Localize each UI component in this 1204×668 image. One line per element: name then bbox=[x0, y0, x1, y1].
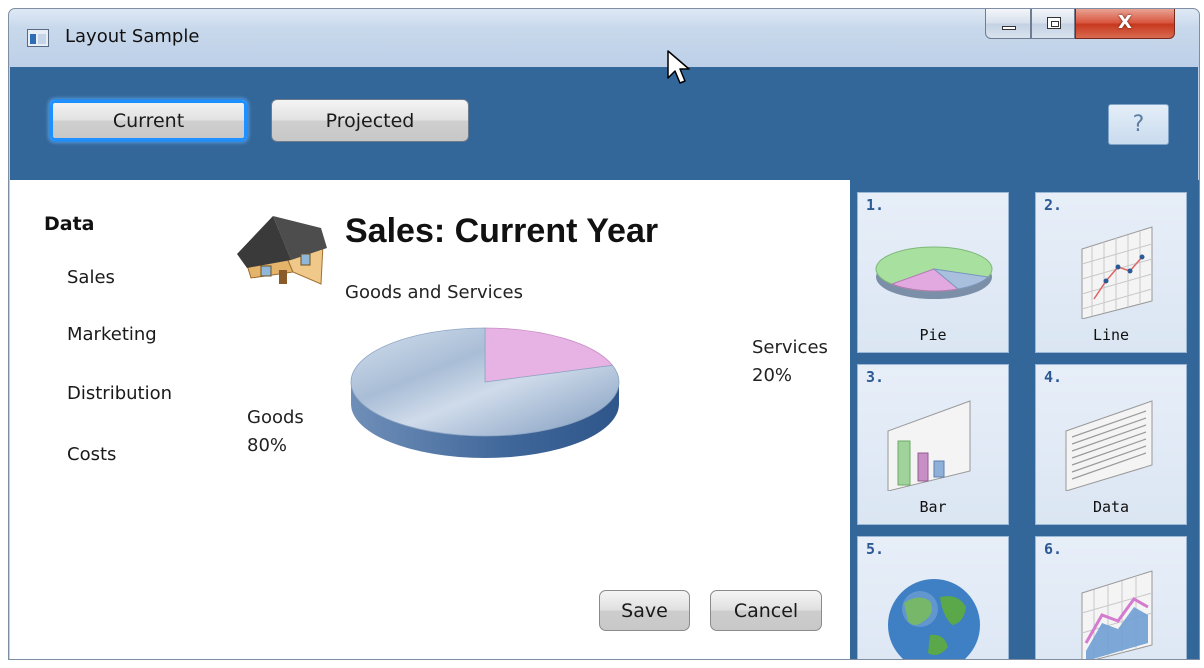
tile-label: Bar bbox=[919, 498, 947, 516]
globe-icon bbox=[888, 579, 980, 659]
sidebar-heading: Data bbox=[44, 213, 95, 235]
tile-bar[interactable]: 3. Bar bbox=[857, 364, 1009, 525]
current-button[interactable]: Current bbox=[49, 99, 248, 142]
minimize-icon bbox=[1002, 26, 1016, 30]
tile-number: 5. bbox=[866, 540, 885, 558]
services-percent: 20% bbox=[752, 365, 793, 386]
tile-globe[interactable]: 5. bbox=[857, 536, 1009, 659]
tile-data[interactable]: 4. Data bbox=[1035, 364, 1187, 525]
title-bar[interactable]: Layout Sample X bbox=[9, 9, 1199, 67]
tile-number: 6. bbox=[1044, 540, 1063, 558]
save-button[interactable]: Save bbox=[599, 590, 690, 631]
sidebar-item-sales[interactable]: Sales bbox=[67, 267, 115, 288]
chart-subtitle: Goods and Services bbox=[345, 282, 523, 303]
minimize-button[interactable] bbox=[985, 9, 1031, 39]
tile-line[interactable]: 2. Line bbox=[1035, 192, 1187, 353]
tile-label: Pie bbox=[919, 326, 947, 344]
bar-chart-icon bbox=[887, 400, 971, 491]
goods-name: Goods bbox=[247, 407, 304, 428]
main-content: Data Sales Marketing Distribution Costs … bbox=[10, 180, 850, 659]
services-name: Services bbox=[752, 337, 828, 358]
close-icon: X bbox=[1118, 12, 1132, 33]
tile-number: 1. bbox=[866, 196, 885, 214]
sidebar-item-distribution[interactable]: Distribution bbox=[67, 383, 172, 404]
mouse-pointer-icon bbox=[667, 50, 690, 84]
goods-label: Goods 80% bbox=[247, 404, 304, 460]
app-window: Layout Sample X Current Projected ? Data… bbox=[8, 8, 1200, 660]
line-chart-icon bbox=[1081, 226, 1153, 319]
pie-chart-icon bbox=[875, 246, 993, 299]
tile-pie[interactable]: 1. Pie bbox=[857, 192, 1009, 353]
chart-type-gallery: 1. Pie 2. Line 3. Bar 4. Data 5. 6. bbox=[850, 180, 1199, 659]
house-icon bbox=[237, 216, 327, 285]
sidebar-item-costs[interactable]: Costs bbox=[67, 444, 116, 465]
close-button[interactable]: X bbox=[1075, 9, 1175, 39]
app-window-icon bbox=[27, 29, 49, 47]
tile-number: 2. bbox=[1044, 196, 1063, 214]
services-label: Services 20% bbox=[752, 334, 828, 390]
tile-area[interactable]: 6. bbox=[1035, 536, 1187, 659]
goods-percent: 80% bbox=[247, 435, 288, 456]
page-title: Sales: Current Year bbox=[345, 212, 659, 250]
window-title: Layout Sample bbox=[65, 26, 200, 47]
maximize-button[interactable] bbox=[1031, 9, 1075, 39]
data-sheet-icon bbox=[1065, 400, 1153, 491]
sales-pie-chart bbox=[350, 327, 620, 458]
tile-number: 3. bbox=[866, 368, 885, 386]
tile-label: Line bbox=[1092, 326, 1130, 344]
cancel-button[interactable]: Cancel bbox=[710, 590, 822, 631]
projected-button[interactable]: Projected bbox=[271, 99, 469, 142]
help-button[interactable]: ? bbox=[1108, 104, 1169, 145]
maximize-icon bbox=[1047, 17, 1061, 29]
tile-label: Data bbox=[1092, 498, 1130, 516]
sidebar-item-marketing[interactable]: Marketing bbox=[67, 324, 157, 345]
toolbar: Current Projected ? bbox=[10, 67, 1198, 180]
tile-number: 4. bbox=[1044, 368, 1063, 386]
area-chart-icon bbox=[1081, 570, 1153, 659]
